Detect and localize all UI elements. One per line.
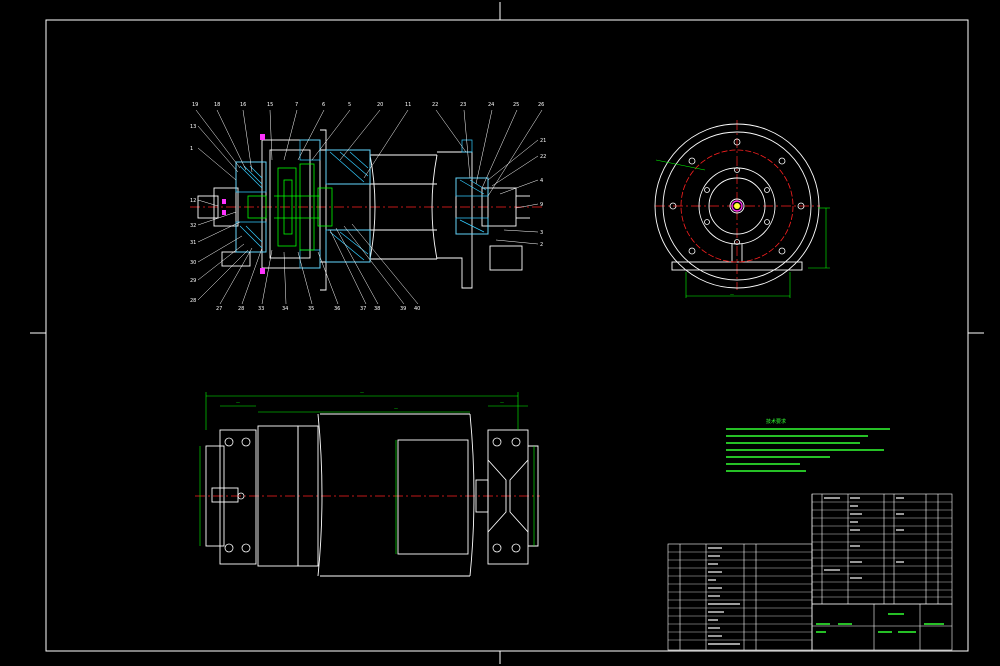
callout-b27: 27	[216, 306, 222, 312]
callout-5: 5	[348, 102, 351, 108]
callout-25: 25	[513, 102, 519, 108]
callout-20: 20	[377, 102, 383, 108]
callout-b40: 40	[414, 306, 420, 312]
bom-text-marks	[708, 497, 904, 645]
callout-b28: 28	[238, 306, 244, 312]
callout-r22: 22	[540, 154, 546, 160]
callout-28: 28	[190, 298, 196, 304]
notes-title: 技术要求	[766, 418, 786, 425]
callout-b38: 38	[374, 306, 380, 312]
callout-b33: 33	[258, 306, 264, 312]
callout-12: 12	[190, 198, 196, 204]
callout-32: 32	[190, 223, 196, 229]
title-block-green	[816, 613, 944, 633]
callout-19: 19	[192, 102, 198, 108]
callout-18: 18	[214, 102, 220, 108]
callout-11: 11	[405, 102, 411, 108]
callout-7: 7	[295, 102, 298, 108]
callout-30: 30	[190, 260, 196, 266]
callout-r3: 3	[540, 230, 543, 236]
callout-1: 1	[190, 146, 193, 152]
callout-16: 16	[240, 102, 246, 108]
section-view: 19 18 16 15 7 6 5 20 11 22 23 24 25 26 1…	[190, 102, 546, 312]
callout-31: 31	[190, 240, 196, 246]
callout-23: 23	[460, 102, 466, 108]
bom-rows	[668, 501, 952, 641]
sheet-border	[30, 2, 984, 664]
svg-text:—: —	[730, 292, 734, 297]
callout-b37: 37	[360, 306, 366, 312]
callout-15: 15	[267, 102, 273, 108]
callout-13: 13	[190, 124, 196, 130]
technical-notes: 技术要求	[726, 418, 890, 472]
svg-text:—: —	[360, 390, 364, 395]
callout-22: 22	[432, 102, 438, 108]
callout-b39: 39	[400, 306, 406, 312]
svg-text:—: —	[236, 400, 240, 405]
callout-r4: 4	[540, 178, 543, 184]
callout-r2: 2	[540, 242, 543, 248]
section-hatching	[235, 139, 489, 269]
side-view: —	[654, 120, 830, 298]
svg-text:—: —	[394, 406, 398, 411]
callout-r9: 9	[540, 202, 543, 208]
callout-24: 24	[488, 102, 494, 108]
callout-b36: 36	[334, 306, 340, 312]
plan-view: — — — —	[195, 390, 540, 577]
seal-parts	[222, 134, 265, 274]
svg-text:—: —	[500, 400, 504, 405]
callout-b35: 35	[308, 306, 314, 312]
callout-29: 29	[190, 278, 196, 284]
callout-r21: 21	[540, 138, 546, 144]
callout-b34: 34	[282, 306, 288, 312]
callout-26: 26	[538, 102, 544, 108]
callout-6: 6	[322, 102, 325, 108]
cad-drawing-canvas: 19 18 16 15 7 6 5 20 11 22 23 24 25 26 1…	[30, 2, 984, 664]
